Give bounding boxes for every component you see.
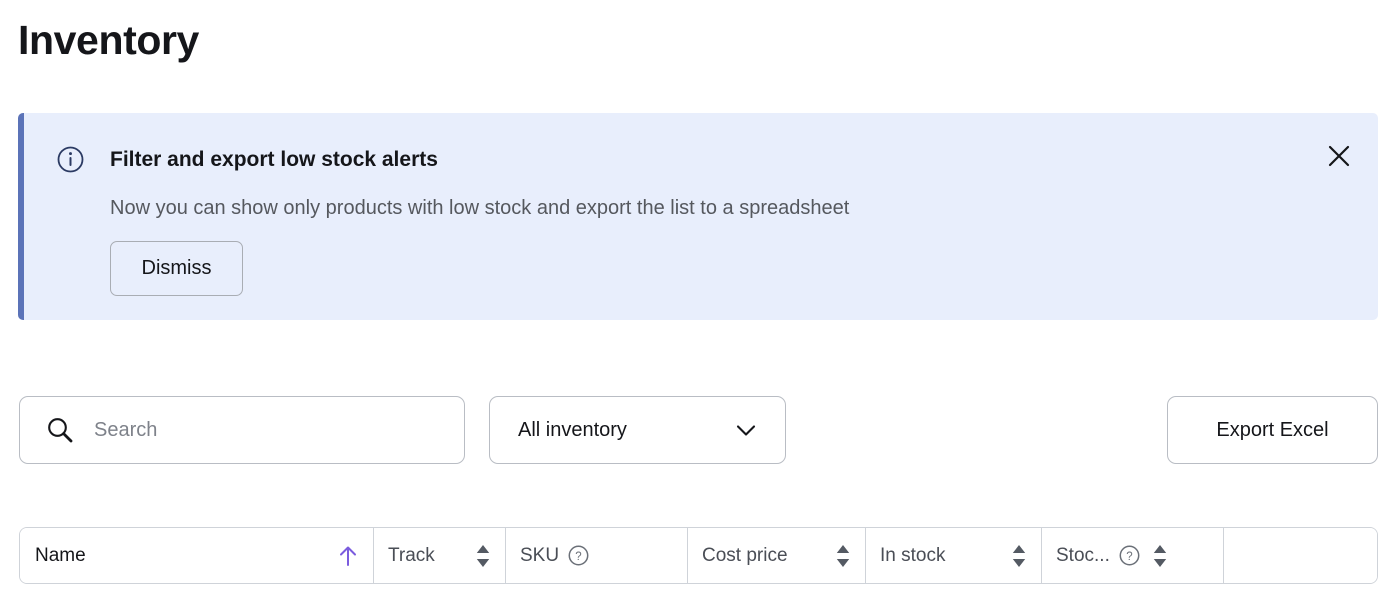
column-label-track: Track [388, 544, 435, 566]
help-circle-icon[interactable]: ? [568, 545, 589, 566]
export-excel-button[interactable]: Export Excel [1167, 396, 1378, 464]
sort-toggle-icon [475, 543, 491, 569]
column-header-actions [1224, 528, 1377, 583]
svg-text:?: ? [1126, 551, 1132, 563]
search-input[interactable] [94, 397, 464, 463]
column-header-sku[interactable]: SKU ? [506, 528, 688, 583]
inventory-table-header: Name Track SKU ? Cost price In stock Sto… [19, 527, 1378, 584]
column-label-in-stock: In stock [880, 544, 946, 566]
close-icon[interactable] [1324, 141, 1354, 171]
inventory-filter-value: All inventory [518, 418, 627, 441]
chevron-down-icon [731, 415, 761, 445]
sort-toggle-icon [835, 543, 851, 569]
search-icon [46, 416, 74, 444]
column-label-sku: SKU [520, 544, 560, 566]
svg-text:?: ? [575, 551, 581, 563]
banner-body-text: Now you can show only products with low … [110, 197, 850, 219]
column-label-stock-alert: Stoc... [1056, 544, 1110, 566]
dismiss-button[interactable]: Dismiss [110, 241, 243, 296]
column-header-track[interactable]: Track [374, 528, 506, 583]
low-stock-alert-banner: Filter and export low stock alerts Now y… [18, 113, 1378, 320]
sort-ascending-icon [337, 543, 359, 569]
help-circle-icon[interactable]: ? [1119, 545, 1140, 566]
page-title: Inventory [18, 17, 199, 63]
search-box[interactable] [19, 396, 465, 464]
sort-toggle-icon [1011, 543, 1027, 569]
sort-toggle-icon [1152, 543, 1168, 569]
info-circle-icon [57, 146, 84, 173]
column-label-cost-price: Cost price [702, 544, 788, 566]
banner-heading: Filter and export low stock alerts [110, 148, 438, 171]
column-header-in-stock[interactable]: In stock [866, 528, 1042, 583]
column-label-name: Name [35, 544, 86, 566]
inventory-filter-select[interactable]: All inventory [489, 396, 786, 464]
column-header-name[interactable]: Name [20, 528, 374, 583]
column-header-stock-alert[interactable]: Stoc... ? [1042, 528, 1224, 583]
column-header-cost-price[interactable]: Cost price [688, 528, 866, 583]
